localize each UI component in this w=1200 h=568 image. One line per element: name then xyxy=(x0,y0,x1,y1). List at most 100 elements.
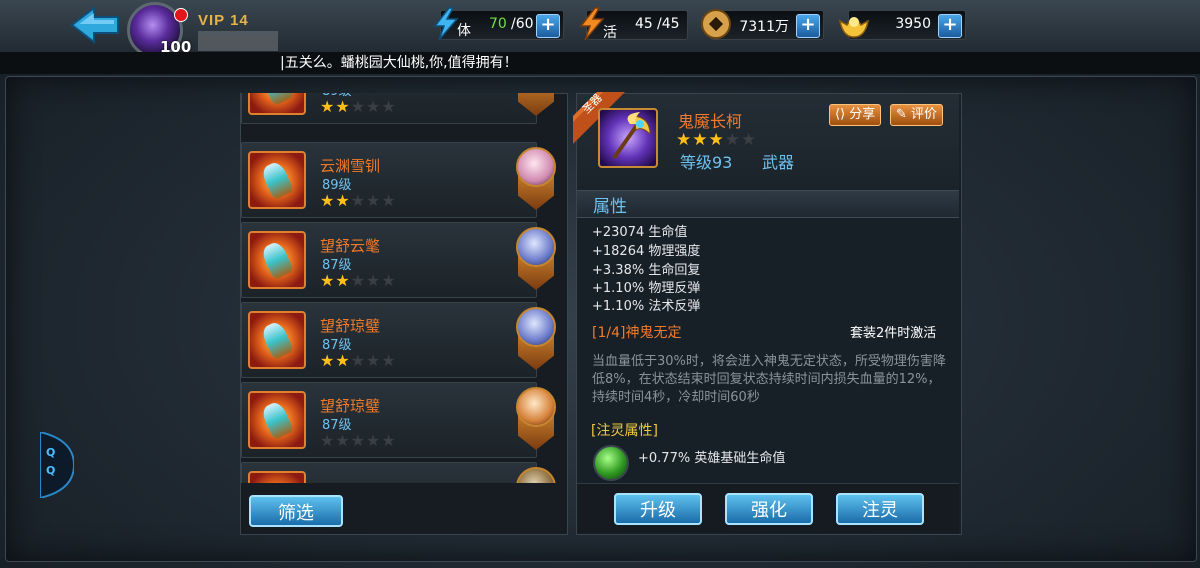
back-arrow-icon[interactable] xyxy=(70,4,124,46)
star-icon: ★ xyxy=(350,431,367,450)
set-bonus-name: [1/4]神鬼无定 xyxy=(592,325,682,341)
stamina-display: 体 70 /60 + xyxy=(433,7,564,41)
star-icon: ★ xyxy=(366,351,382,370)
attribute-line: +23074 生命值 xyxy=(592,225,688,240)
hero-badge xyxy=(513,464,559,483)
notification-dot xyxy=(174,8,188,22)
equipment-icon xyxy=(248,391,306,449)
enhance-button[interactable]: 强化 xyxy=(725,493,813,525)
coins-display: 7311万 + xyxy=(701,9,824,40)
activity-display: 活 45 /45 xyxy=(579,7,688,41)
star-icon: ★ xyxy=(320,191,336,210)
gold-display: 3950 + xyxy=(838,10,966,40)
equipment-name: 望舒琼璧 xyxy=(320,397,381,415)
item-type: 武器 xyxy=(762,153,795,172)
star-icon: ★ xyxy=(350,191,367,210)
activity-current: 45 xyxy=(635,16,653,32)
activity-max: /45 xyxy=(657,16,680,32)
star-icon: ★ xyxy=(724,130,741,150)
stamina-current: 70 xyxy=(489,16,507,32)
add-stamina-button[interactable]: + xyxy=(536,14,560,38)
attribute-line: +1.10% 法术反弹 xyxy=(592,299,701,314)
spirit-attribute-value: +0.77% 英雄基础生命值 xyxy=(638,451,786,466)
star-icon: ★ xyxy=(335,191,351,210)
star-icon: ★ xyxy=(381,431,397,450)
equipment-star-rating: ★★★★★ xyxy=(320,271,397,290)
star-icon: ★ xyxy=(320,351,336,370)
hero-portrait xyxy=(516,387,556,427)
equipment-list-item[interactable]: 89级★★★★★ xyxy=(241,93,554,124)
equipment-list-item[interactable]: 望舒云氅 87级 ★★★★★ xyxy=(241,222,556,298)
stamina-label: 体 xyxy=(457,23,471,39)
equipment-list-item[interactable]: 望舒琼璧 87级 ★★★★★ xyxy=(241,302,556,378)
attribute-line: +18264 物理强度 xyxy=(592,244,701,259)
equipment-list[interactable]: 89级★★★★★云渊雪钏89级★★★★★望舒云氅87级★★★★★望舒琼璧87级★… xyxy=(240,93,566,483)
star-icon: ★ xyxy=(366,271,382,290)
player-name-blurred xyxy=(198,31,278,51)
equipment-star-rating: ★★★★★ xyxy=(320,97,397,116)
equipment-list-item[interactable]: 云渊雪钏 89级 ★★★★★ xyxy=(241,142,556,218)
green-gem-icon xyxy=(593,445,629,481)
infuse-button[interactable]: 注灵 xyxy=(836,493,924,525)
equipment-icon xyxy=(248,311,306,369)
equipment-list-item[interactable]: 望舒琼璧 87级 ★★★★★ xyxy=(241,382,556,458)
share-button[interactable]: ⟨⟩ 分享 xyxy=(829,104,882,126)
announcement-text: |五关么。蟠桃园大仙桃,你,值得拥有！ xyxy=(280,55,518,71)
star-icon: ★ xyxy=(381,97,397,116)
filter-button[interactable]: 筛选 xyxy=(249,495,343,527)
item-level: 等级93 xyxy=(680,153,733,172)
hero-badge xyxy=(513,144,559,216)
equipment-star-rating: ★★★★★ xyxy=(320,191,397,210)
equipment-name: 望舒琼璧 xyxy=(320,317,381,335)
attributes-header xyxy=(577,190,959,218)
attribute-line: +3.38% 生命回复 xyxy=(592,263,701,278)
equipment-icon xyxy=(248,151,306,209)
star-icon: ★ xyxy=(350,97,367,116)
announcement-bar xyxy=(0,52,1200,74)
hero-portrait xyxy=(516,227,556,267)
equipment-name: 望舒云氅 xyxy=(320,237,381,255)
hero-badge xyxy=(513,93,559,122)
set-activation-note: 套装2件时激活 xyxy=(850,326,937,341)
item-icon xyxy=(598,108,658,168)
spirit-attributes-title: [注灵属性] xyxy=(591,423,658,439)
star-icon: ★ xyxy=(366,431,382,450)
equipment-icon xyxy=(248,231,306,289)
star-icon: ★ xyxy=(676,130,693,150)
review-button[interactable]: ✎ 评价 xyxy=(890,104,944,126)
add-gold-button[interactable]: + xyxy=(938,14,962,38)
star-icon: ★ xyxy=(381,191,397,210)
equipment-star-rating: ★★★★★ xyxy=(320,351,397,370)
star-icon: ★ xyxy=(366,191,382,210)
upgrade-button[interactable]: 升级 xyxy=(614,493,702,525)
star-icon: ★ xyxy=(320,431,336,450)
svg-text:Q: Q xyxy=(46,446,55,459)
side-menu-logo-icon[interactable]: Q Q xyxy=(40,432,74,498)
set-bonus-description: 当血量低于30%时，将会进入神鬼无定状态，所受物理伤害降低8%，在状态结束时回复… xyxy=(592,354,946,405)
weapon-axe-icon xyxy=(612,112,651,160)
equipment-star-rating: ★★★★★ xyxy=(320,431,397,450)
star-icon: ★ xyxy=(335,97,351,116)
equipment-list-item[interactable]: ★★★★★ xyxy=(241,462,556,483)
star-icon: ★ xyxy=(366,97,382,116)
coins-value: 7311万 xyxy=(739,19,789,35)
hero-badge xyxy=(513,384,559,456)
hero-portrait xyxy=(516,147,556,187)
star-icon: ★ xyxy=(692,130,709,150)
star-icon: ★ xyxy=(381,351,397,370)
star-icon: ★ xyxy=(335,431,351,450)
item-name: 鬼魇长柯 xyxy=(678,112,743,131)
stamina-max: /60 xyxy=(511,16,534,32)
share-label: 分享 xyxy=(849,107,876,122)
star-icon: ★ xyxy=(320,97,336,116)
star-icon: ★ xyxy=(350,271,367,290)
add-coins-button[interactable]: + xyxy=(796,14,820,38)
activity-label: 活 xyxy=(603,25,617,41)
attributes-title: 属性 xyxy=(593,197,627,217)
star-icon: ★ xyxy=(335,351,351,370)
svg-text:Q: Q xyxy=(46,464,55,477)
hero-portrait xyxy=(516,467,556,483)
edit-icon: ✎ xyxy=(896,107,907,122)
coin-icon xyxy=(701,9,731,39)
hero-portrait xyxy=(516,307,556,347)
